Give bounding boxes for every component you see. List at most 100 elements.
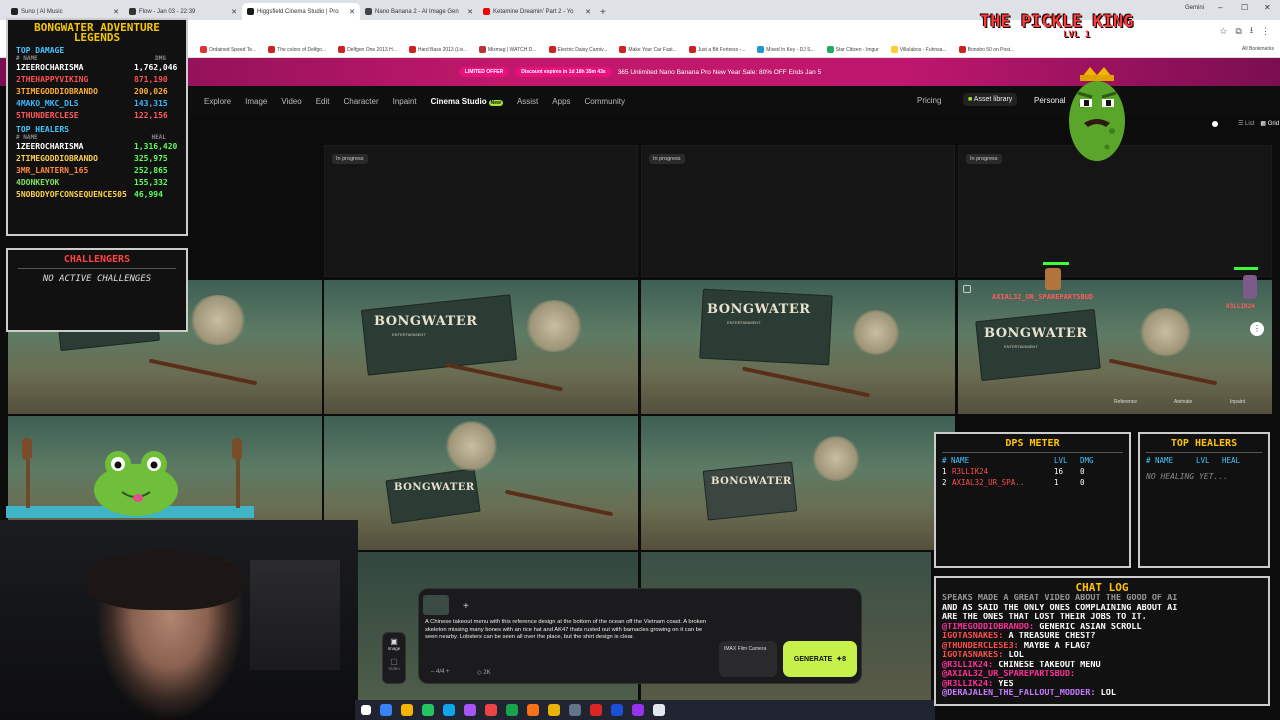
bookmark-item[interactable]: Just a Bit Fortress -... (688, 46, 745, 53)
nav-cinema-studio[interactable]: Cinema Studio New (431, 97, 503, 106)
prompt-input[interactable]: A Chinese takeout menu with this referen… (425, 619, 715, 642)
nav-edit[interactable]: Edit (316, 97, 330, 106)
dps-header: # NAME LVL DMG (942, 456, 1123, 465)
generate-button[interactable]: GENERATE ✦ 8 (783, 641, 857, 677)
list-view-button[interactable]: ☰ List (1238, 120, 1254, 127)
generation-slot[interactable]: In progress (324, 145, 638, 277)
start-icon[interactable] (361, 705, 371, 715)
bookmark-item[interactable]: Mixed In Key - DJ S... (757, 46, 815, 53)
in-progress-badge: In progress (649, 154, 685, 164)
close-tab-icon[interactable]: ✕ (467, 8, 473, 16)
damage-value: 1,762,046 (134, 63, 178, 72)
nav-inpaint[interactable]: Inpaint (393, 97, 417, 106)
app-icon[interactable] (422, 704, 434, 716)
app-icon[interactable] (632, 704, 644, 716)
menu-icon[interactable]: ⋮ (1261, 26, 1270, 37)
nav-character[interactable]: Character (343, 97, 378, 106)
bookmark-item[interactable]: Electric Daisy Carniv... (548, 46, 607, 53)
plus-icon[interactable]: + (444, 669, 450, 675)
select-checkbox[interactable] (963, 285, 971, 293)
resolution-selector[interactable]: ◇ 2K (477, 669, 491, 676)
close-window-icon[interactable]: ✕ (1264, 3, 1271, 12)
animate-button[interactable]: Animate (1174, 399, 1192, 405)
bookmark-item[interactable]: Hard Bass 2013 (Liv... (408, 46, 467, 53)
bookmark-label: Bonobo 50 on Post... (967, 46, 1015, 53)
edge-icon[interactable] (380, 704, 392, 716)
bookmark-favicon-icon (890, 46, 898, 53)
star-icon[interactable]: ☆ (1219, 26, 1227, 37)
nav-image[interactable]: Image (245, 97, 267, 106)
batch-count-selector[interactable]: – 4/4 + (431, 669, 450, 675)
app-icon[interactable] (527, 704, 539, 716)
app-icon[interactable] (611, 704, 623, 716)
browser-tab[interactable]: Nano Banana 2 - AI Image Gen ✕ (360, 3, 478, 20)
bookmark-favicon-icon (826, 46, 834, 53)
chrome-icon[interactable] (548, 704, 560, 716)
inpaint-button[interactable]: Inpaint (1230, 399, 1245, 405)
zoom-slider-handle[interactable] (1212, 120, 1218, 127)
bookmark-item[interactable]: Make Your Car Fast... (619, 46, 677, 53)
app-icon[interactable] (590, 704, 602, 716)
grid-view-button[interactable]: ▦ Grid (1260, 120, 1279, 127)
bookmark-item[interactable]: Bonobo 50 on Post... (958, 46, 1015, 53)
app-icon[interactable] (569, 704, 581, 716)
resolution-value: 2K (483, 670, 491, 676)
download-icon[interactable]: ⭳ (1250, 23, 1253, 39)
bookmark-item[interactable]: The colors of Delfgo... (268, 46, 326, 53)
maximize-icon[interactable]: ☐ (1241, 3, 1248, 12)
skeleton-graphic (1138, 308, 1193, 356)
reference-thumbnail[interactable] (423, 595, 449, 615)
pricing-link[interactable]: Pricing (917, 96, 941, 105)
reference-button[interactable]: Reference (1114, 399, 1137, 405)
generated-image[interactable]: BONGWATER ENTERTAINMENT (324, 280, 638, 414)
new-tab-button[interactable]: + (600, 7, 606, 18)
player-name-tag: R3LLIK24 (1226, 303, 1255, 310)
file-explorer-icon[interactable] (401, 704, 413, 716)
close-tab-icon[interactable]: ✕ (585, 8, 591, 16)
minimize-icon[interactable]: – (1218, 3, 1222, 12)
in-progress-badge: In progress (332, 154, 368, 164)
generation-slot[interactable]: In progress (641, 145, 955, 277)
bookmark-item[interactable]: Ordained Speed Te... (200, 46, 256, 53)
browser-tab[interactable]: Ketamine Dreamin' Part 2 - Yo ✕ (478, 3, 596, 20)
extensions-icon[interactable]: ⧉ (1235, 26, 1241, 37)
camera-selector[interactable]: IMAX Film Camera (719, 641, 777, 677)
close-tab-icon[interactable]: ✕ (113, 8, 119, 16)
app-icon[interactable] (443, 704, 455, 716)
generated-image[interactable]: BONGWATER (641, 416, 955, 550)
bookmark-item[interactable]: Star Citizen - Imgur (826, 46, 879, 53)
bookmark-item[interactable]: VillaIabos - Fuhnsa... (890, 46, 947, 53)
nav-apps[interactable]: Apps (552, 97, 570, 106)
asset-library-button[interactable]: ■ Asset library (963, 93, 1018, 106)
bookmark-item[interactable]: Mixmag | WATCH D... (478, 46, 537, 53)
close-tab-icon[interactable]: ✕ (231, 8, 237, 16)
chat-user: @DERAJALEN_THE_FALLOUT_MODDER: (942, 689, 1096, 698)
bookmark-favicon-icon (619, 46, 627, 53)
gemini-button[interactable]: Gemini (1185, 5, 1204, 11)
header-name: # NAME (942, 456, 970, 465)
nav-assist[interactable]: Assist (517, 97, 538, 106)
bookmark-item[interactable]: Delfgon One 2013 H... (338, 46, 397, 53)
app-icon[interactable] (464, 704, 476, 716)
generate-label: GENERATE (793, 655, 833, 663)
nav-community[interactable]: Community (585, 97, 625, 106)
challenges-empty: NO ACTIVE CHALLENGES (42, 274, 152, 284)
video-mode-button[interactable]: ▢ Video (383, 657, 405, 671)
nav-video[interactable]: Video (281, 97, 301, 106)
all-bookmarks-button[interactable]: All Bookmarks (1242, 46, 1274, 52)
generated-image[interactable]: BONGWATER ENTERTAINMENT (641, 280, 955, 414)
xbox-icon[interactable] (506, 704, 518, 716)
header-lvl: LVL (1196, 456, 1210, 465)
personal-button[interactable]: Personal (1034, 96, 1066, 105)
rank: 1 (942, 467, 947, 476)
browser-tab-active[interactable]: Higgsfield Cinema Studio | Pro ✕ (242, 3, 360, 20)
chat-user: @THUNDERCLESE3: (942, 641, 1019, 651)
app-icon[interactable] (653, 704, 665, 716)
generated-image[interactable]: BONGWATER (324, 416, 638, 550)
skeleton-graphic (188, 295, 248, 345)
app-icon[interactable] (485, 704, 497, 716)
close-tab-icon[interactable]: ✕ (349, 8, 355, 16)
add-reference-icon[interactable]: + (463, 601, 469, 612)
image-mode-button[interactable]: ▣ Image (383, 637, 405, 651)
more-options-icon[interactable]: ⋮ (1250, 322, 1264, 336)
